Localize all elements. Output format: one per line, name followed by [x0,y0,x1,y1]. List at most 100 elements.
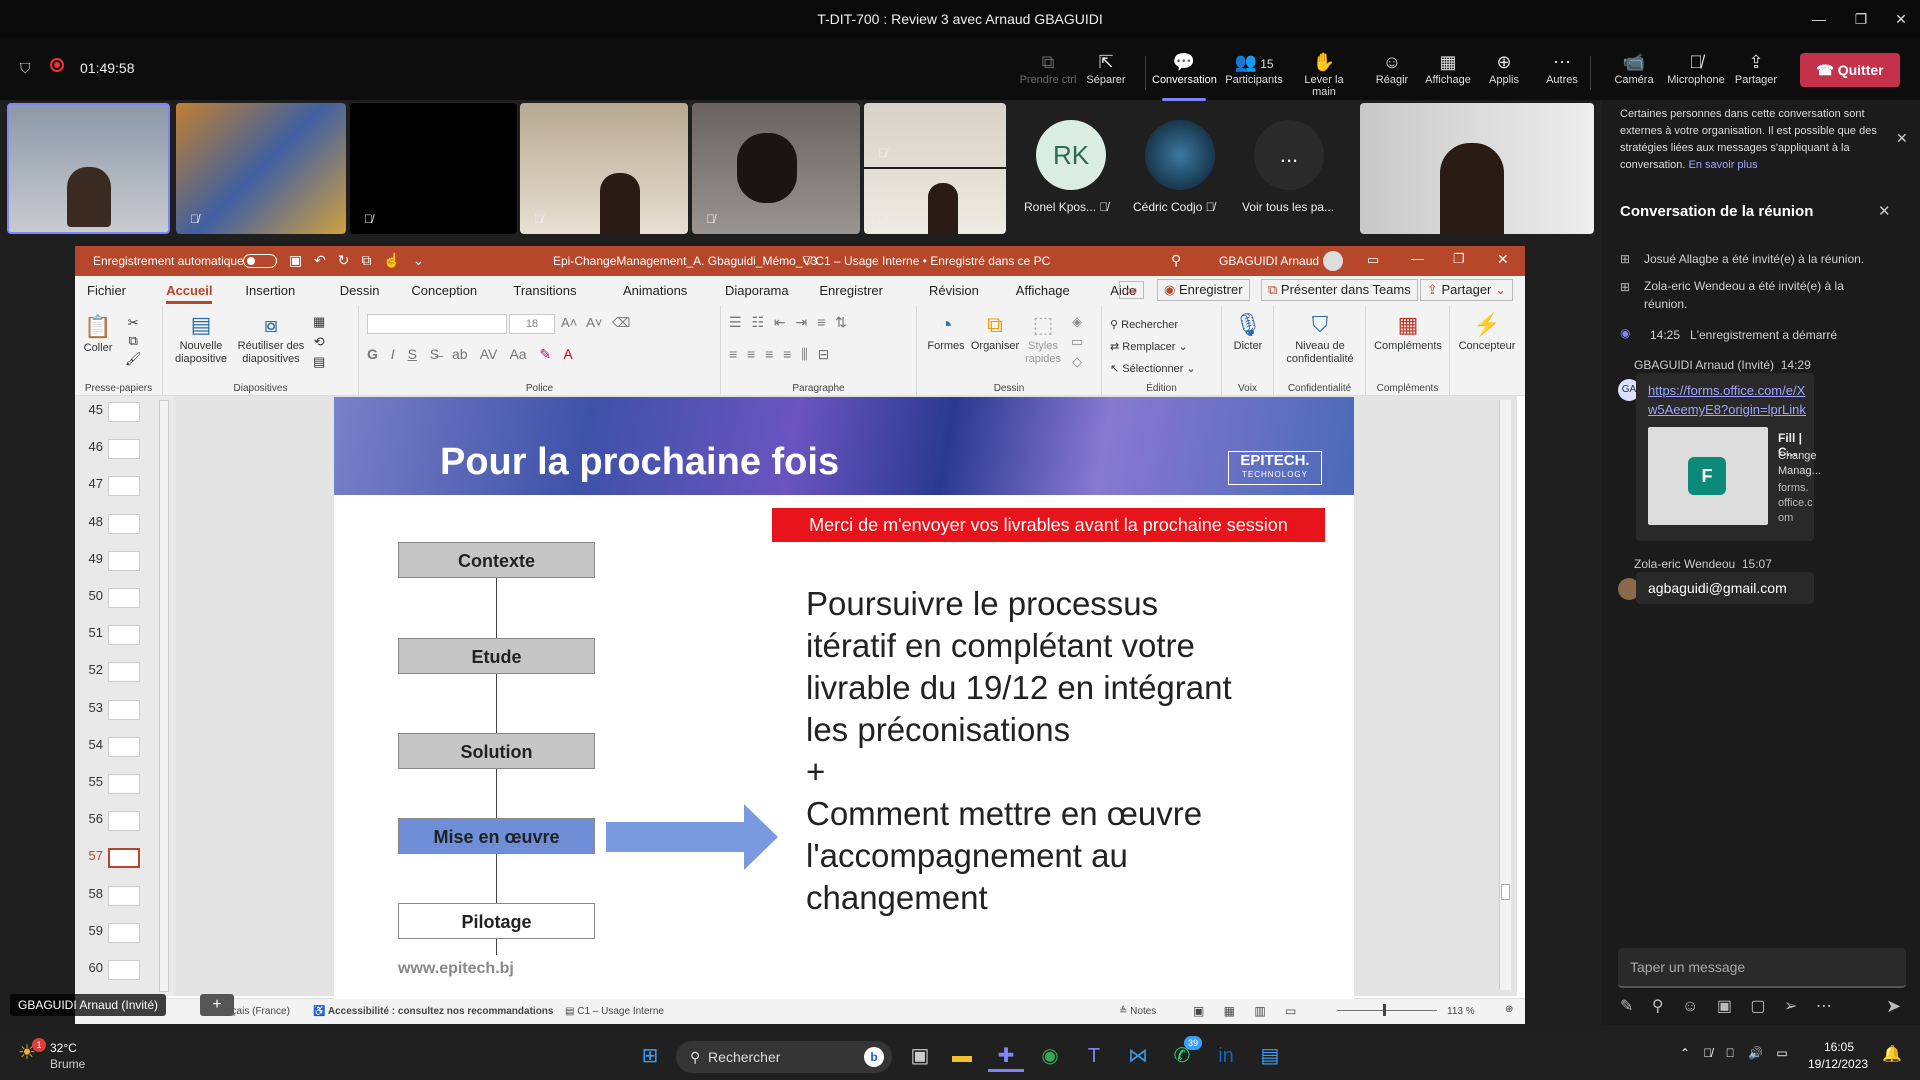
record-button[interactable]: ◉ Enregistrer [1157,279,1250,301]
system-tray[interactable]: ⌃ 🎙̸ ⌔ 🔊 ▭ [1680,1046,1788,1060]
toolbar-share-button[interactable]: ⇪ Partager [1724,50,1788,86]
participant-cedric[interactable]: Cédric Codjo 🎙̸ [1133,120,1215,214]
search-icon[interactable]: ⚲ [1171,252,1181,269]
video-tile-room[interactable]: 🎙̸ [520,103,688,234]
format-icon[interactable]: ✎ [1620,998,1633,1015]
tab-révision[interactable]: Révision [929,283,979,298]
linkedin-icon[interactable]: in [1208,1040,1244,1072]
close-chat-icon[interactable]: ✕ [1878,202,1891,220]
sticker-icon[interactable]: ▢ [1750,998,1765,1015]
slide-thumbnail[interactable] [108,662,140,683]
comments-icon[interactable]: ▭ [1119,281,1145,299]
video-tile-headphones[interactable]: 🎙̸ [692,103,860,234]
toolbar-smiley-button[interactable]: ☺ Réagir [1360,50,1424,86]
find-button[interactable]: ⚲ Rechercher [1110,314,1196,336]
outline-icon[interactable]: ▭ [1071,334,1083,349]
copy-icon[interactable]: ⧉ [129,333,138,348]
effects-icon[interactable]: ◇ [1072,354,1082,369]
section-icon[interactable]: ▤ [313,354,325,369]
fill-icon[interactable]: ◈ [1072,314,1082,329]
clock-time[interactable]: 16:05 [1824,1040,1854,1054]
send-icon[interactable]: ➤ [1886,996,1901,1017]
start-icon[interactable]: ⊞ [632,1040,668,1072]
file-explorer-icon[interactable]: ▬ [944,1040,980,1072]
save-icon[interactable]: ▣ [289,252,302,268]
zoom-slider[interactable] [1337,1004,1437,1016]
fit-slide-icon[interactable]: ⊕ [1505,1004,1513,1015]
tab-animations[interactable]: Animations [623,283,687,298]
font-name-field[interactable] [367,314,507,334]
tab-insertion[interactable]: Insertion [245,283,295,298]
slide-thumbnail[interactable] [108,513,140,534]
slide-thumbnail[interactable] [108,885,140,906]
list-tools[interactable]: ☰ ☷ ⇤ ⇥ ≡ ⇅ [729,314,847,331]
slide-thumbnail[interactable] [108,848,140,869]
reset-icon[interactable]: ⟲ [314,334,325,349]
notifications-icon[interactable]: 🔔 [1882,1044,1902,1064]
slide-thumbnail[interactable] [108,402,140,422]
more-icon[interactable]: ⋯ [1816,998,1832,1015]
toolbar-hand-button[interactable]: ✋ Lever la main [1292,50,1356,98]
form-link[interactable]: https://forms.office.com/e/Xw5AeemyE8?or… [1648,381,1808,419]
slide-thumbnail[interactable] [108,625,140,646]
zoom-level[interactable]: 113 % [1447,1006,1475,1017]
paste-button[interactable]: 📋 Coller [81,312,115,355]
touch-icon[interactable]: ☝ [383,252,400,268]
tab-accueil[interactable]: Accueil [166,283,213,304]
clock-date[interactable]: 19/12/2023 [1808,1057,1868,1071]
slide[interactable]: Pour la prochaine fois EPITECH. TECHNOLO… [334,397,1354,999]
forms-preview[interactable]: F [1648,427,1768,525]
teams-work-icon[interactable]: T [1076,1040,1112,1072]
arrange-button[interactable]: ⧉ Organiser [969,310,1021,353]
slide-thumbnail[interactable] [108,774,140,794]
toolbar-grid-button[interactable]: ▦ Affichage [1416,50,1480,86]
video-tile-black[interactable]: 🎙̸ [350,103,517,234]
present-teams-button[interactable]: ⧉ Présenter dans Teams [1261,279,1418,301]
minimize-icon[interactable]: — [1411,251,1424,266]
toolbar-chat-button[interactable]: 💬 Conversation [1152,50,1217,101]
shapes-button[interactable]: ◔ Formes [923,310,969,353]
toolbar-plus-button[interactable]: ⊕ Applis [1472,50,1536,86]
designer-button[interactable]: ⚡ Concepteur [1455,310,1519,353]
redo-icon[interactable]: ↻ [338,252,350,268]
font-grow-shrink[interactable]: A˄ A˅ ⌫ [561,315,630,331]
video-tile-anime[interactable]: 🎙̸ [176,103,346,234]
new-slide-button[interactable]: ▤ Nouvelle diapositive [171,310,231,366]
chrome-icon[interactable]: ◉ [1032,1040,1068,1072]
tab-conception[interactable]: Conception [411,283,477,298]
gif-icon[interactable]: ▣ [1717,998,1732,1015]
customize-icon[interactable]: ⌄ [413,252,425,268]
font-format-tools[interactable]: G I S S̶ ab AV Aa ✎ A [367,346,573,363]
undo-icon[interactable]: ↶ [314,252,326,268]
user-avatar[interactable] [1323,251,1343,271]
autosave-toggle[interactable] [243,254,277,268]
toolbar-more-button[interactable]: ⋯ Autres [1530,50,1594,86]
slide-thumbnail[interactable] [108,736,140,757]
vertical-scrollbar[interactable] [1499,400,1511,990]
ribbon-display-icon[interactable]: ▭ [1367,252,1379,268]
close-banner-icon[interactable]: ✕ [1896,130,1908,147]
accessibility-label[interactable]: ♿ Accessibilité : consultez nos recomman… [313,1006,553,1017]
add-slide-icon[interactable]: + [200,994,234,1016]
video-tile-small[interactable]: 🎙̸ 🎙̸ [864,103,1006,234]
slide-thumbnail[interactable] [108,588,140,608]
toolbar-camera-button[interactable]: 📹 Caméra [1602,50,1666,86]
replace-button[interactable]: ⇄ Remplacer ⌄ [1110,336,1196,358]
taskbar-search[interactable]: ⚲ Rechercher b [676,1041,892,1073]
font-size-field[interactable]: 18 [509,314,555,334]
slide-thumbnail[interactable] [108,476,140,497]
task-view-icon[interactable]: ▣ [902,1040,938,1072]
quick-styles-button[interactable]: ⬚ Styles rapides [1021,310,1065,366]
shape-format-tools[interactable]: ◈ ▭ ◇ [1071,312,1083,372]
present-icon[interactable]: ⧉ [361,252,371,268]
format-painter-icon[interactable]: 🖌 [125,351,142,366]
notepad-icon[interactable]: ▤ [1252,1040,1288,1072]
participant-ronel[interactable]: RK Ronel Kpos... 🎙̸ [1024,120,1108,214]
slide-thumbnail[interactable] [108,960,140,980]
share-button[interactable]: ⇪ Partager ⌄ [1420,279,1513,301]
minimize-button[interactable]: — [1796,0,1842,38]
slide-thumbnail[interactable] [108,922,140,943]
learn-more-link[interactable]: En savoir plus [1689,159,1758,171]
tab-fichier[interactable]: Fichier [87,283,126,298]
toolbar-people-button[interactable]: 👥 15 Participants [1222,50,1286,86]
